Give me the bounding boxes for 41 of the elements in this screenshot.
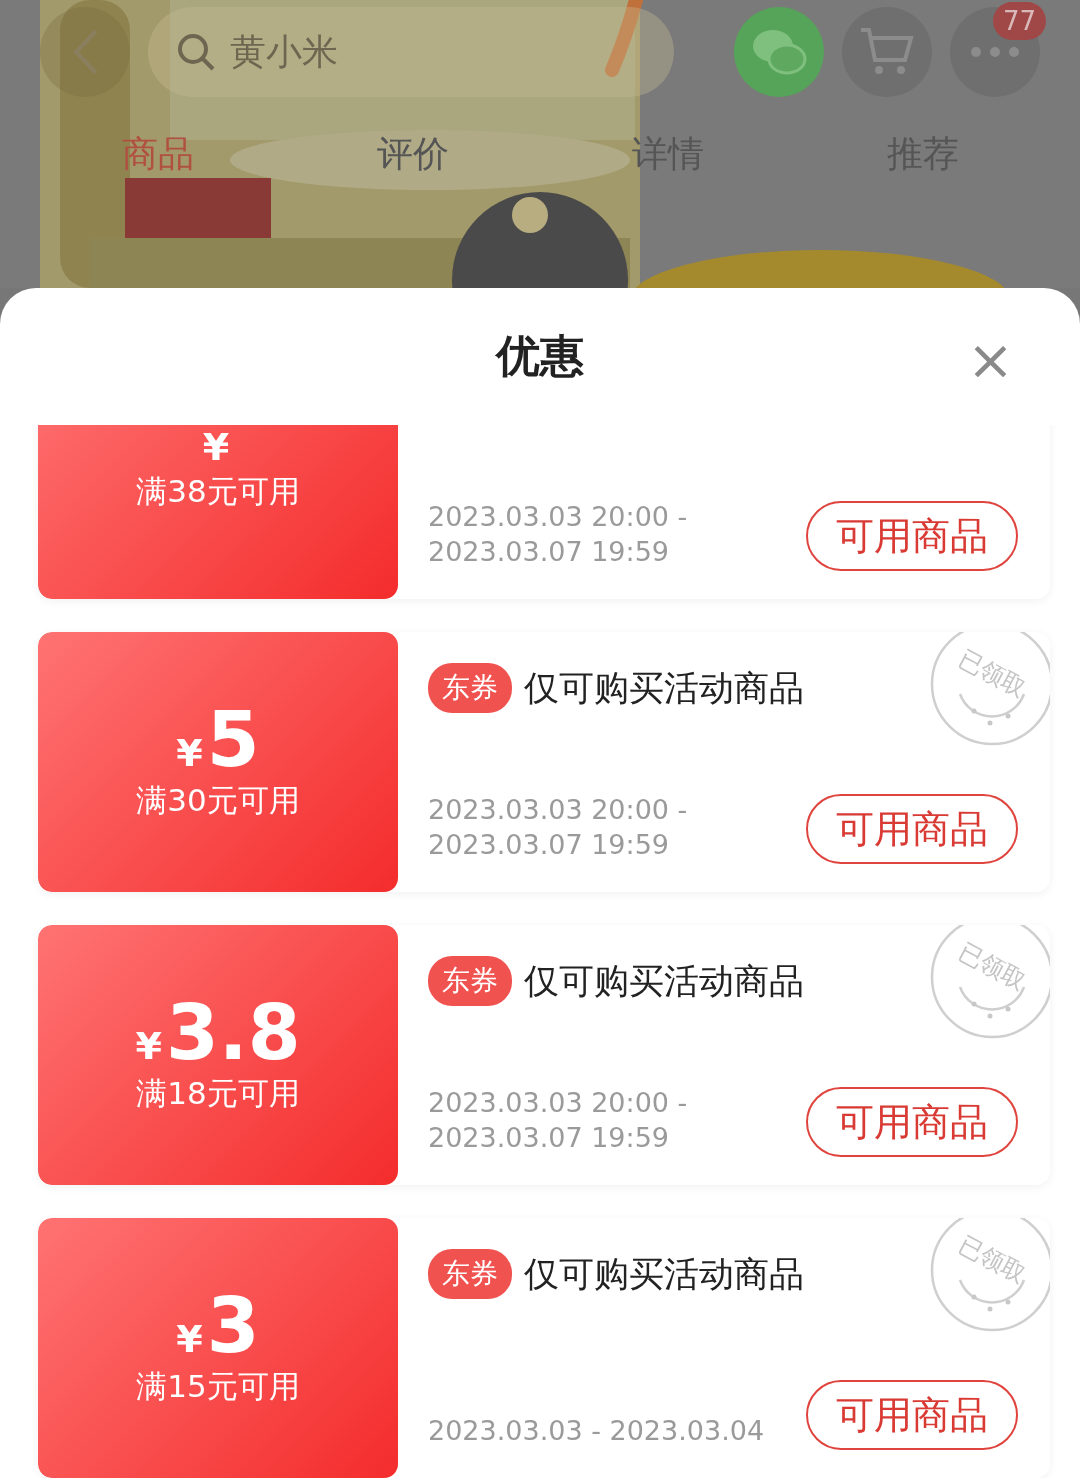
coupon-amount: 5 xyxy=(206,702,260,778)
applicable-products-button[interactable]: 可用商品 xyxy=(806,1087,1018,1157)
validity-date: 2023.03.03 20:00 - xyxy=(428,793,688,827)
currency-symbol: ¥ xyxy=(202,425,230,469)
applicable-products-button[interactable]: 可用商品 xyxy=(806,1380,1018,1450)
tab[interactable]: 评价 xyxy=(356,120,469,189)
more-icon xyxy=(970,46,1020,58)
coupon-title: 仅可购买活动商品 xyxy=(524,666,804,710)
claimed-stamp: 已领取 xyxy=(930,632,1050,746)
coupon-title: 仅可购买活动商品 xyxy=(524,1252,804,1296)
coupon-condition: 满18元可用 xyxy=(136,1074,300,1113)
validity-date: 2023.03.07 19:59 xyxy=(428,1121,670,1155)
sheet-title: 优惠 xyxy=(496,329,584,383)
validity-date: 2023.03.07 19:59 xyxy=(428,535,670,569)
coupon-title: 仅可购买活动商品 xyxy=(524,959,804,1003)
validity-date: 2023.03.07 19:59 xyxy=(428,828,670,862)
currency-symbol: ¥ xyxy=(135,1024,162,1068)
currency-symbol: ¥ xyxy=(176,731,203,775)
coupon-condition: 满30元可用 xyxy=(136,781,300,820)
chat-bubbles-icon xyxy=(751,27,807,77)
coupon-tag: 东券 xyxy=(428,663,512,713)
currency-symbol: ¥ xyxy=(176,1317,203,1361)
claimed-stamp: 已领取 xyxy=(930,925,1050,1039)
search-icon xyxy=(176,32,216,72)
validity-date: 2023.03.03 20:00 - xyxy=(428,500,688,534)
close-button[interactable]: × xyxy=(961,332,1020,388)
coupon-amount: 3 xyxy=(206,1288,260,1364)
claimed-stamp: 已领取 xyxy=(930,1218,1050,1332)
coupon-tag: 东券 xyxy=(428,956,512,1006)
notification-badge: 77 xyxy=(992,2,1046,40)
coupon-tag: 东券 xyxy=(428,1249,512,1299)
coupon-condition: 满15元可用 xyxy=(136,1367,300,1406)
coupon-condition: 满38元可用 xyxy=(136,472,300,511)
coupon-amount: 3.8 xyxy=(165,995,301,1071)
validity-date: 2023.03.03 - 2023.03.04 xyxy=(428,1414,765,1448)
applicable-products-button[interactable]: 可用商品 xyxy=(806,501,1018,571)
tab[interactable]: 商品 xyxy=(101,120,214,189)
back-button[interactable] xyxy=(40,7,130,97)
search-field[interactable]: 黄小米 xyxy=(148,7,674,97)
applicable-products-button[interactable]: 可用商品 xyxy=(806,794,1018,864)
validity-date: 2023.03.03 20:00 - xyxy=(428,1086,688,1120)
